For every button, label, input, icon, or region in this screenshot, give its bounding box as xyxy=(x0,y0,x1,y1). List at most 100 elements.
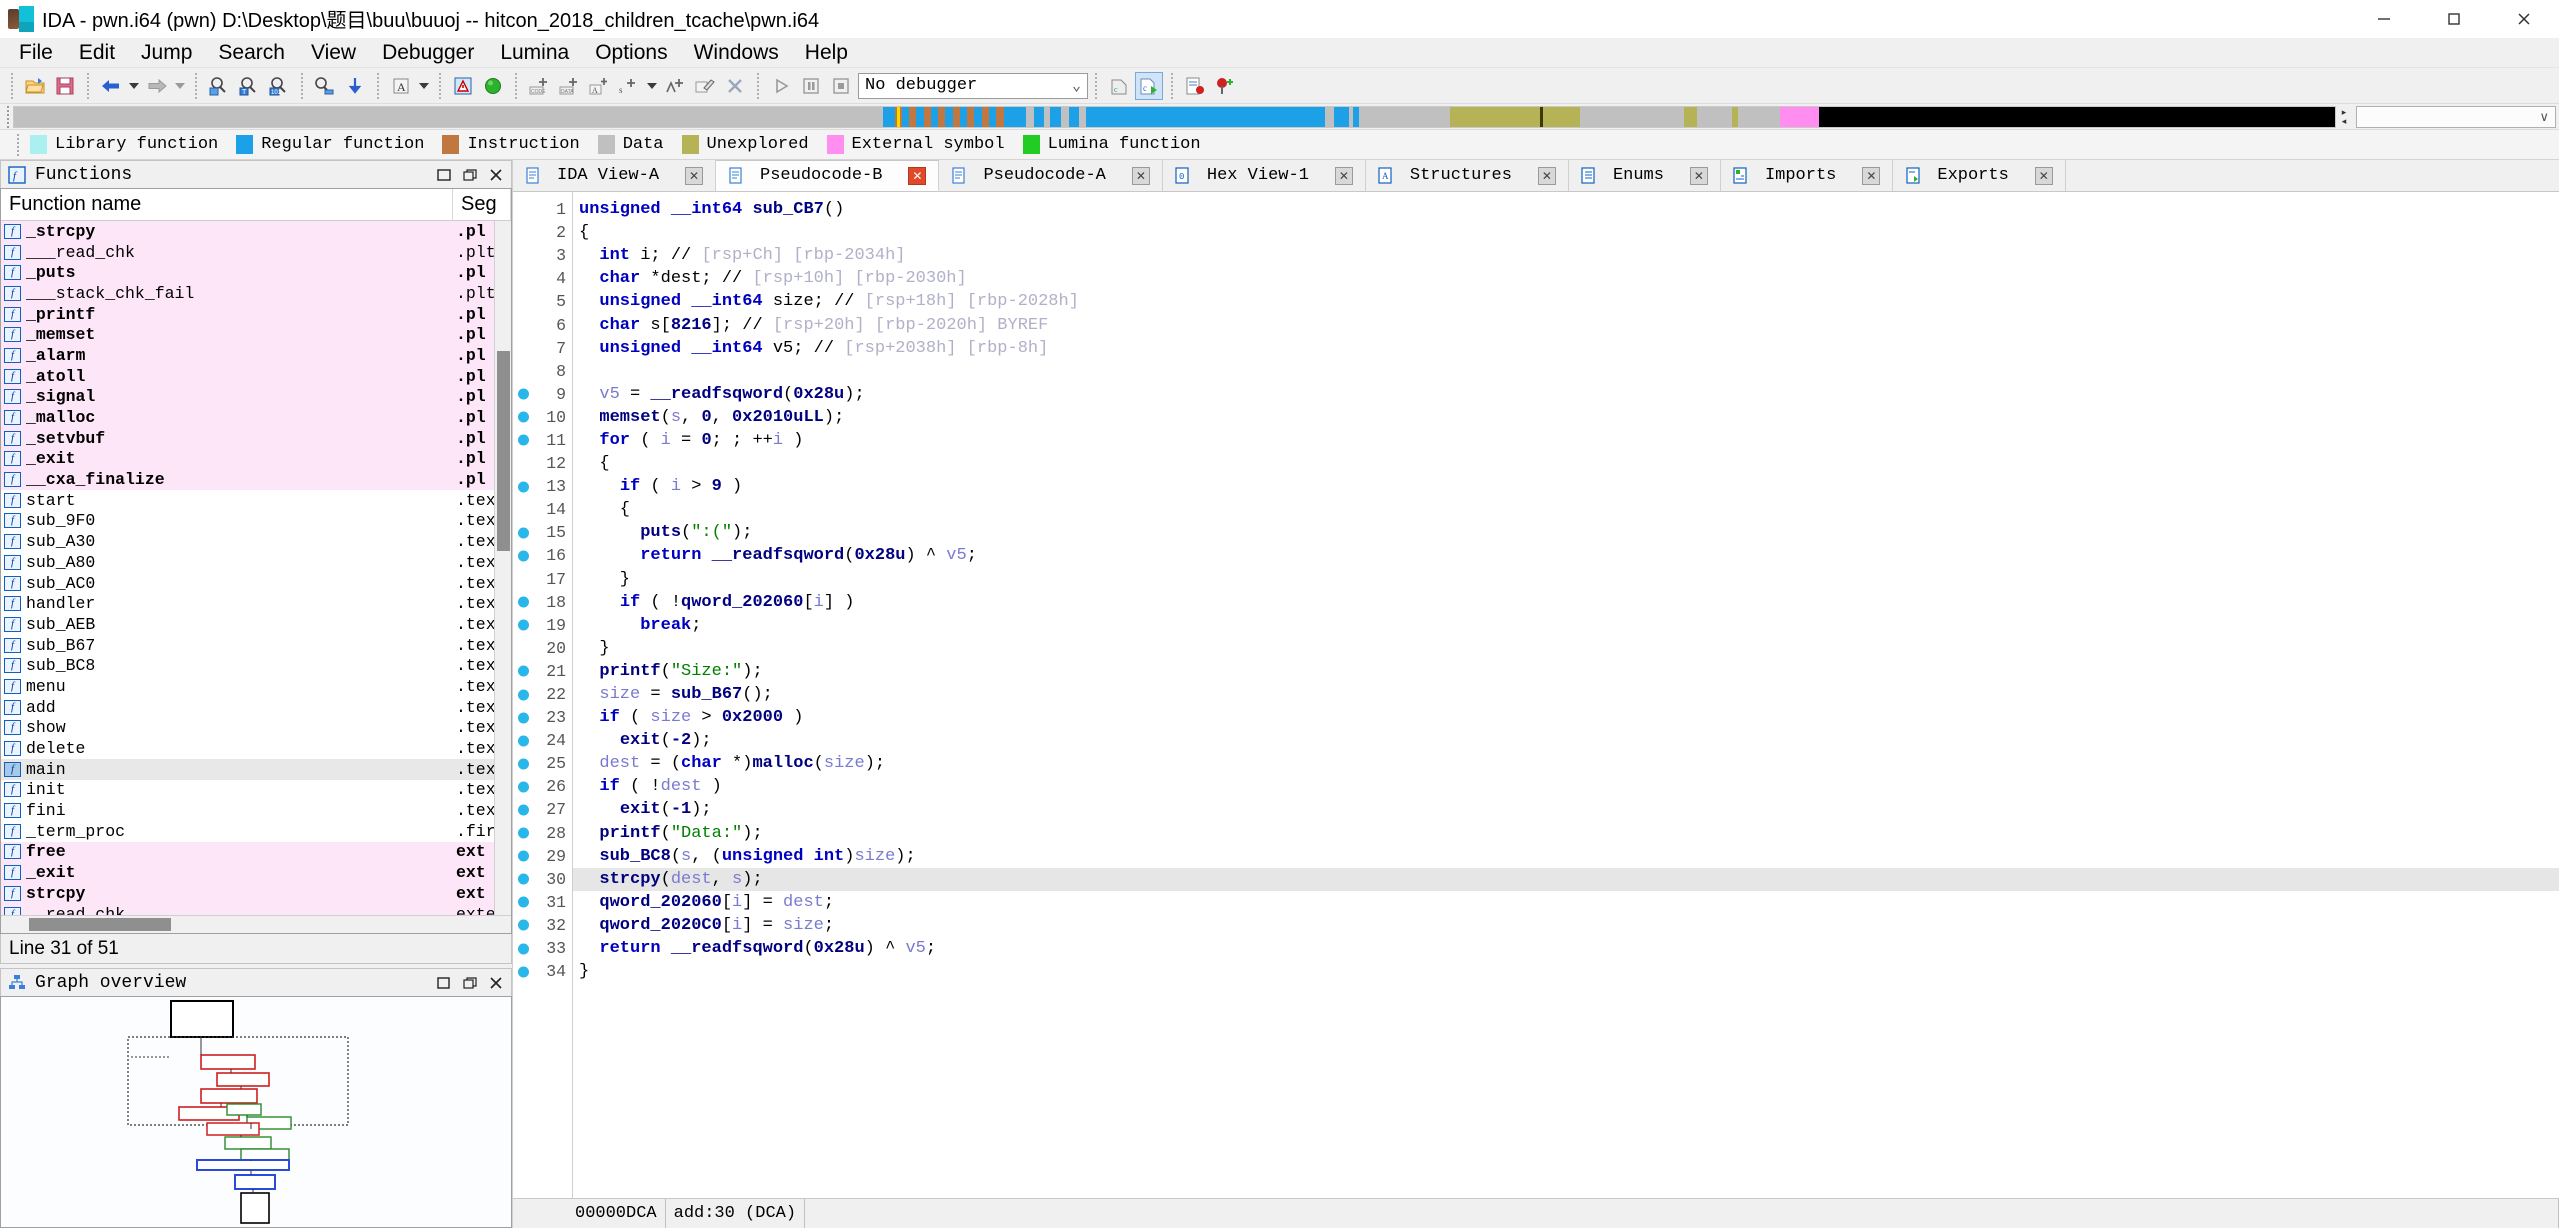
make-code-icon[interactable]: CODE xyxy=(525,72,553,100)
code-line[interactable]: unsigned __int64 v5; // [rsp+2038h] [rbp… xyxy=(573,337,2559,360)
code-line[interactable]: if ( ! dest ) xyxy=(573,775,2559,798)
breakpoint-marker-icon[interactable] xyxy=(518,896,529,908)
breakpoint-marker-icon[interactable] xyxy=(518,619,529,631)
breakpoint-marker-icon[interactable] xyxy=(518,712,529,724)
maximize-panel-icon[interactable] xyxy=(431,971,457,995)
function-list-row[interactable]: f _signal .pl xyxy=(1,386,511,408)
breakpoint-marker-icon[interactable] xyxy=(518,434,529,446)
search-text-icon[interactable]: T xyxy=(235,72,263,100)
code-line[interactable]: exit(-1); xyxy=(573,798,2559,821)
make-struct-icon[interactable]: s xyxy=(615,72,643,100)
code-line[interactable]: { xyxy=(573,498,2559,521)
tab-pseudocode-a[interactable]: Pseudocode-A ✕ xyxy=(939,160,1163,191)
menu-lumina[interactable]: Lumina xyxy=(487,38,582,68)
delete-function-icon[interactable] xyxy=(721,72,749,100)
code-line[interactable]: v5 = __readfsqword(0x28u); xyxy=(573,383,2559,406)
back-arrow-icon[interactable] xyxy=(97,72,125,100)
function-list-row[interactable]: f _exit .pl xyxy=(1,448,511,470)
function-list-row[interactable]: f sub_A30 .tex xyxy=(1,531,511,552)
breakpoint-marker-icon[interactable] xyxy=(518,689,529,701)
breakpoint-marker-icon[interactable] xyxy=(518,804,529,816)
breakpoint-marker-icon[interactable] xyxy=(518,758,529,770)
function-list-row[interactable]: f _setvbuf .pl xyxy=(1,427,511,449)
menu-view[interactable]: View xyxy=(298,38,369,68)
function-list-row[interactable]: f _memset .pl xyxy=(1,324,511,346)
breakpoint-marker-icon[interactable] xyxy=(518,966,529,978)
code-line[interactable]: return __readfsqword(0x28u) ^ v5; xyxy=(573,937,2559,960)
menu-edit[interactable]: Edit xyxy=(66,38,128,68)
tab-close-icon[interactable]: ✕ xyxy=(685,166,704,185)
make-dropdown-icon[interactable] xyxy=(644,72,660,100)
tab-pseudocode-b[interactable]: Pseudocode-B ✕ xyxy=(716,160,940,191)
breakpoint-marker-icon[interactable] xyxy=(518,527,529,539)
tab-hex-view-1[interactable]: 0 Hex View-1 ✕ xyxy=(1162,160,1366,191)
start-process-icon[interactable]: c xyxy=(1135,71,1163,100)
function-list-row[interactable]: f free ext xyxy=(1,841,511,863)
code-line[interactable]: qword_2020C0[i] = size; xyxy=(573,914,2559,937)
pseudocode-editor[interactable]: 1 2 3 4 5 6 7 8 9 10 11 12 13 14 15 16 17 18 19 20 21 22 23 24 2… xyxy=(513,192,2559,1198)
run-icon[interactable] xyxy=(767,72,795,100)
code-line[interactable]: unsigned __int64 sub_CB7() xyxy=(573,198,2559,221)
function-list-row[interactable]: f delete .tex xyxy=(1,738,511,759)
tab-close-icon[interactable]: ✕ xyxy=(1131,166,1150,185)
function-list-row[interactable]: f ___read_chk .plt xyxy=(1,241,511,263)
breakpoint-marker-icon[interactable] xyxy=(518,827,529,839)
function-list-row[interactable]: f init .tex xyxy=(1,780,511,801)
debugger-options-icon[interactable]: c xyxy=(1105,72,1133,100)
code-line[interactable]: break; xyxy=(573,614,2559,637)
float-panel-icon[interactable] xyxy=(457,163,483,187)
close-panel-icon[interactable] xyxy=(483,971,509,995)
breakpoint-marker-icon[interactable] xyxy=(518,850,529,862)
breakpoint-marker-icon[interactable] xyxy=(518,388,529,400)
float-panel-icon[interactable] xyxy=(457,971,483,995)
function-list-row[interactable]: f menu .tex xyxy=(1,676,511,697)
menu-search[interactable]: Search xyxy=(205,38,298,68)
tab-close-icon[interactable]: ✕ xyxy=(1537,166,1556,185)
back-dropdown-icon[interactable] xyxy=(126,72,142,100)
code-line[interactable]: for ( i = 0; ; ++ i ) xyxy=(573,429,2559,452)
function-list-row[interactable]: f sub_B67 .tex xyxy=(1,635,511,656)
menu-jump[interactable]: Jump xyxy=(128,38,205,68)
code-line[interactable]: printf("Data:"); xyxy=(573,822,2559,845)
code-line[interactable]: puts(":("); xyxy=(573,521,2559,544)
name-window-icon[interactable]: A xyxy=(387,72,415,100)
function-list-row[interactable]: f __read_chk exte xyxy=(1,903,511,915)
menu-file[interactable]: File xyxy=(6,38,66,68)
save-icon[interactable] xyxy=(51,72,79,100)
menu-options[interactable]: Options xyxy=(582,38,680,68)
function-list-row[interactable]: f sub_BC8 .tex xyxy=(1,655,511,676)
function-list-row[interactable]: f ___stack_chk_fail .plt xyxy=(1,283,511,304)
add-breakpoint-icon[interactable] xyxy=(1211,72,1239,100)
breakpoint-marker-icon[interactable] xyxy=(518,550,529,562)
code-line[interactable]: strcpy(dest, s); xyxy=(573,867,2559,891)
function-list-row[interactable]: f sub_AEB .tex xyxy=(1,614,511,635)
make-array-icon[interactable]: A xyxy=(585,72,613,100)
function-list-row[interactable]: f _atoll .pl xyxy=(1,365,511,387)
column-header-function-name[interactable]: Function name xyxy=(1,189,453,220)
breakpoint-marker-icon[interactable] xyxy=(518,943,529,955)
maximize-panel-icon[interactable] xyxy=(431,163,457,187)
scrollbar-thumb[interactable] xyxy=(29,918,171,931)
function-list-row[interactable]: f _term_proc .fir xyxy=(1,821,511,842)
forward-arrow-icon[interactable] xyxy=(143,72,171,100)
tab-close-icon[interactable]: ✕ xyxy=(908,166,927,185)
breakpoint-list-icon[interactable] xyxy=(1181,72,1209,100)
code-line[interactable] xyxy=(573,360,2559,383)
code-line[interactable]: unsigned __int64 size; // [rsp+18h] [rbp… xyxy=(573,290,2559,313)
breakpoint-marker-icon[interactable] xyxy=(518,481,529,493)
function-list-row[interactable]: f main .tex xyxy=(1,758,511,780)
tab-ida-view-a[interactable]: IDA View-A ✕ xyxy=(513,160,717,191)
code-line[interactable]: } xyxy=(573,637,2559,660)
tab-close-icon[interactable]: ✕ xyxy=(2034,166,2053,185)
code-line[interactable]: sub_BC8(s, (unsigned int) size); xyxy=(573,845,2559,868)
function-list-row[interactable]: f _alarm .pl xyxy=(1,345,511,366)
function-list-row[interactable]: f _malloc .pl xyxy=(1,407,511,428)
function-list-row[interactable]: f sub_9F0 .tex xyxy=(1,511,511,532)
search-sequence-icon[interactable]: 101 xyxy=(265,72,293,100)
breakpoint-marker-icon[interactable] xyxy=(518,873,529,885)
debugger-selector[interactable]: No debugger ⌄ xyxy=(858,72,1088,99)
navigator-zoom-combo[interactable]: ∨ xyxy=(2356,105,2556,128)
breakpoint-marker-icon[interactable] xyxy=(518,735,529,747)
breakpoint-marker-icon[interactable] xyxy=(518,781,529,793)
function-list-row[interactable]: f start .tex xyxy=(1,490,511,511)
